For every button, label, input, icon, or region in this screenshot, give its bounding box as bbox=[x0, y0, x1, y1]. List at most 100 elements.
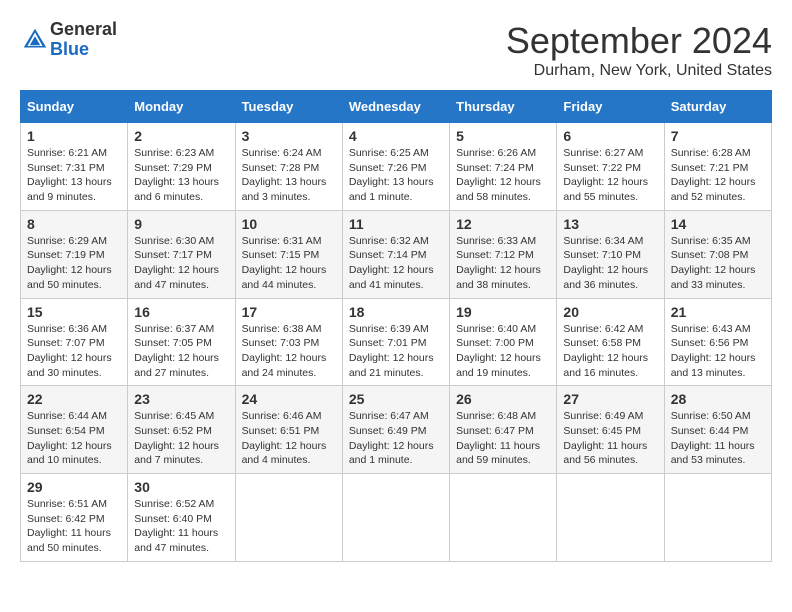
day-detail: Sunrise: 6:33 AMSunset: 7:12 PMDaylight:… bbox=[456, 234, 550, 293]
calendar-week-5: 29 Sunrise: 6:51 AMSunset: 6:42 PMDayligh… bbox=[21, 474, 772, 562]
logo: General Blue bbox=[20, 20, 117, 60]
calendar-cell: 1 Sunrise: 6:21 AMSunset: 7:31 PMDaylight… bbox=[21, 123, 128, 211]
calendar-cell: 25Sunrise: 6:47 AMSunset: 6:49 PMDayligh… bbox=[342, 386, 449, 474]
logo-blue: Blue bbox=[50, 40, 117, 60]
day-number: 14 bbox=[671, 216, 765, 232]
calendar-cell: 6 Sunrise: 6:27 AMSunset: 7:22 PMDaylight… bbox=[557, 123, 664, 211]
calendar-cell: 3 Sunrise: 6:24 AMSunset: 7:28 PMDaylight… bbox=[235, 123, 342, 211]
day-number: 28 bbox=[671, 391, 765, 407]
day-number: 24 bbox=[242, 391, 336, 407]
title-area: September 2024 Durham, New York, United … bbox=[506, 20, 772, 80]
day-number: 4 bbox=[349, 128, 443, 144]
day-detail: Sunrise: 6:51 AMSunset: 6:42 PMDaylight:… bbox=[27, 497, 121, 556]
generalblue-icon bbox=[20, 25, 50, 55]
day-number: 15 bbox=[27, 304, 121, 320]
day-number: 7 bbox=[671, 128, 765, 144]
calendar-cell: 9Sunrise: 6:30 AMSunset: 7:17 PMDaylight… bbox=[128, 210, 235, 298]
day-number: 8 bbox=[27, 216, 121, 232]
calendar-cell: 29 Sunrise: 6:51 AMSunset: 6:42 PMDayligh… bbox=[21, 474, 128, 562]
location: Durham, New York, United States bbox=[506, 62, 772, 80]
calendar-cell: 15 Sunrise: 6:36 AMSunset: 7:07 PMDayligh… bbox=[21, 298, 128, 386]
calendar-cell bbox=[450, 474, 557, 562]
day-detail: Sunrise: 6:36 AMSunset: 7:07 PMDaylight:… bbox=[27, 322, 121, 381]
calendar-cell bbox=[664, 474, 771, 562]
month-title: September 2024 bbox=[506, 20, 772, 62]
weekday-header-row: SundayMondayTuesdayWednesdayThursdayFrid… bbox=[21, 91, 772, 123]
calendar-week-3: 15 Sunrise: 6:36 AMSunset: 7:07 PMDayligh… bbox=[21, 298, 772, 386]
day-number: 17 bbox=[242, 304, 336, 320]
day-detail: Sunrise: 6:25 AMSunset: 7:26 PMDaylight:… bbox=[349, 146, 443, 205]
day-detail: Sunrise: 6:21 AMSunset: 7:31 PMDaylight:… bbox=[27, 146, 121, 205]
day-number: 1 bbox=[27, 128, 121, 144]
calendar-cell: 27 Sunrise: 6:49 AMSunset: 6:45 PMDayligh… bbox=[557, 386, 664, 474]
day-number: 12 bbox=[456, 216, 550, 232]
day-detail: Sunrise: 6:26 AMSunset: 7:24 PMDaylight:… bbox=[456, 146, 550, 205]
calendar-cell: 13Sunrise: 6:34 AMSunset: 7:10 PMDayligh… bbox=[557, 210, 664, 298]
weekday-thursday: Thursday bbox=[450, 91, 557, 123]
day-number: 29 bbox=[27, 479, 121, 495]
day-detail: Sunrise: 6:35 AMSunset: 7:08 PMDaylight:… bbox=[671, 234, 765, 293]
weekday-tuesday: Tuesday bbox=[235, 91, 342, 123]
day-detail: Sunrise: 6:39 AMSunset: 7:01 PMDaylight:… bbox=[349, 322, 443, 381]
logo-general: General bbox=[50, 20, 117, 40]
calendar-week-2: 8 Sunrise: 6:29 AMSunset: 7:19 PMDaylight… bbox=[21, 210, 772, 298]
day-number: 6 bbox=[563, 128, 657, 144]
calendar-cell: 4 Sunrise: 6:25 AMSunset: 7:26 PMDaylight… bbox=[342, 123, 449, 211]
calendar-cell: 8 Sunrise: 6:29 AMSunset: 7:19 PMDaylight… bbox=[21, 210, 128, 298]
calendar-table: SundayMondayTuesdayWednesdayThursdayFrid… bbox=[20, 90, 772, 562]
day-detail: Sunrise: 6:32 AMSunset: 7:14 PMDaylight:… bbox=[349, 234, 443, 293]
calendar-cell: 22 Sunrise: 6:44 AMSunset: 6:54 PMDayligh… bbox=[21, 386, 128, 474]
day-number: 2 bbox=[134, 128, 228, 144]
day-detail: Sunrise: 6:27 AMSunset: 7:22 PMDaylight:… bbox=[563, 146, 657, 205]
day-detail: Sunrise: 6:42 AMSunset: 6:58 PMDaylight:… bbox=[563, 322, 657, 381]
day-number: 26 bbox=[456, 391, 550, 407]
weekday-saturday: Saturday bbox=[664, 91, 771, 123]
day-number: 21 bbox=[671, 304, 765, 320]
day-number: 27 bbox=[563, 391, 657, 407]
day-detail: Sunrise: 6:24 AMSunset: 7:28 PMDaylight:… bbox=[242, 146, 336, 205]
calendar-cell: 19 Sunrise: 6:40 AMSunset: 7:00 PMDayligh… bbox=[450, 298, 557, 386]
day-detail: Sunrise: 6:31 AMSunset: 7:15 PMDaylight:… bbox=[242, 234, 336, 293]
calendar-cell: 21 Sunrise: 6:43 AMSunset: 6:56 PMDayligh… bbox=[664, 298, 771, 386]
day-detail: Sunrise: 6:30 AMSunset: 7:17 PMDaylight:… bbox=[134, 234, 228, 293]
day-number: 30 bbox=[134, 479, 228, 495]
day-detail: Sunrise: 6:46 AMSunset: 6:51 PMDaylight:… bbox=[242, 409, 336, 468]
day-detail: Sunrise: 6:29 AMSunset: 7:19 PMDaylight:… bbox=[27, 234, 121, 293]
calendar-cell: 14 Sunrise: 6:35 AMSunset: 7:08 PMDayligh… bbox=[664, 210, 771, 298]
day-number: 25 bbox=[349, 391, 443, 407]
calendar-cell: 10Sunrise: 6:31 AMSunset: 7:15 PMDayligh… bbox=[235, 210, 342, 298]
day-detail: Sunrise: 6:44 AMSunset: 6:54 PMDaylight:… bbox=[27, 409, 121, 468]
calendar-cell: 18Sunrise: 6:39 AMSunset: 7:01 PMDayligh… bbox=[342, 298, 449, 386]
weekday-wednesday: Wednesday bbox=[342, 91, 449, 123]
calendar-cell: 23Sunrise: 6:45 AMSunset: 6:52 PMDayligh… bbox=[128, 386, 235, 474]
calendar-cell: 20 Sunrise: 6:42 AMSunset: 6:58 PMDayligh… bbox=[557, 298, 664, 386]
calendar-cell: 24 Sunrise: 6:46 AMSunset: 6:51 PMDayligh… bbox=[235, 386, 342, 474]
day-number: 5 bbox=[456, 128, 550, 144]
calendar-body: 1 Sunrise: 6:21 AMSunset: 7:31 PMDaylight… bbox=[21, 123, 772, 562]
day-detail: Sunrise: 6:28 AMSunset: 7:21 PMDaylight:… bbox=[671, 146, 765, 205]
day-number: 19 bbox=[456, 304, 550, 320]
day-number: 23 bbox=[134, 391, 228, 407]
day-detail: Sunrise: 6:49 AMSunset: 6:45 PMDaylight:… bbox=[563, 409, 657, 468]
day-detail: Sunrise: 6:37 AMSunset: 7:05 PMDaylight:… bbox=[134, 322, 228, 381]
calendar-cell: 26 Sunrise: 6:48 AMSunset: 6:47 PMDayligh… bbox=[450, 386, 557, 474]
day-detail: Sunrise: 6:48 AMSunset: 6:47 PMDaylight:… bbox=[456, 409, 550, 468]
day-detail: Sunrise: 6:23 AMSunset: 7:29 PMDaylight:… bbox=[134, 146, 228, 205]
calendar-cell: 28 Sunrise: 6:50 AMSunset: 6:44 PMDayligh… bbox=[664, 386, 771, 474]
calendar-cell bbox=[235, 474, 342, 562]
calendar-cell bbox=[557, 474, 664, 562]
calendar-cell: 11 Sunrise: 6:32 AMSunset: 7:14 PMDayligh… bbox=[342, 210, 449, 298]
calendar-cell: 30Sunrise: 6:52 AMSunset: 6:40 PMDayligh… bbox=[128, 474, 235, 562]
day-number: 13 bbox=[563, 216, 657, 232]
day-number: 20 bbox=[563, 304, 657, 320]
day-detail: Sunrise: 6:43 AMSunset: 6:56 PMDaylight:… bbox=[671, 322, 765, 381]
weekday-friday: Friday bbox=[557, 91, 664, 123]
day-number: 3 bbox=[242, 128, 336, 144]
weekday-sunday: Sunday bbox=[21, 91, 128, 123]
calendar-cell: 17Sunrise: 6:38 AMSunset: 7:03 PMDayligh… bbox=[235, 298, 342, 386]
day-number: 11 bbox=[349, 216, 443, 232]
day-detail: Sunrise: 6:40 AMSunset: 7:00 PMDaylight:… bbox=[456, 322, 550, 381]
weekday-monday: Monday bbox=[128, 91, 235, 123]
day-number: 22 bbox=[27, 391, 121, 407]
day-detail: Sunrise: 6:50 AMSunset: 6:44 PMDaylight:… bbox=[671, 409, 765, 468]
